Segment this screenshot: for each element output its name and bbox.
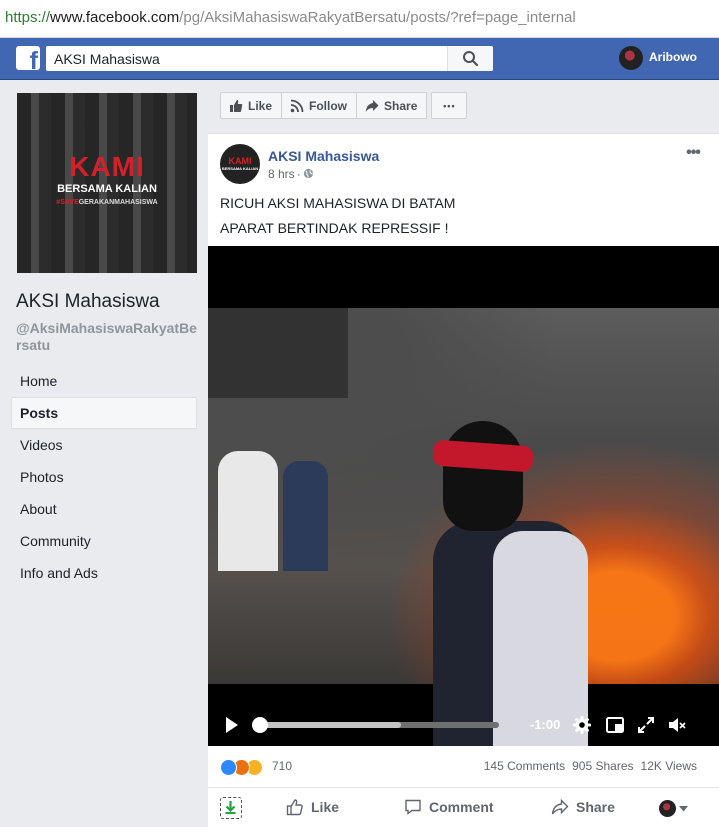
cover-subtitle: BERSAMA KALIAN <box>57 183 157 195</box>
url-protocol: https:// <box>5 9 51 26</box>
post-stats: 710 145 Comments 905 Shares 12K Views <box>208 746 719 788</box>
video-player[interactable]: -1:00 <box>208 246 719 746</box>
nav-item-videos[interactable]: Videos <box>11 429 197 461</box>
post-like-button[interactable]: Like <box>286 798 339 816</box>
url-path: /pg/AksiMahasiswaRakyatBersatu/posts/?re… <box>179 9 576 26</box>
post-comment-label: Comment <box>429 799 494 815</box>
like-reaction-icon <box>220 759 237 776</box>
globe-icon <box>303 168 313 179</box>
nav-item-posts[interactable]: Posts <box>11 397 197 429</box>
post-avatar-title: KAMI <box>228 156 252 166</box>
nav-item-photos[interactable]: Photos <box>11 461 197 493</box>
url-text[interactable]: https://www.facebook.com/pg/AksiMahasisw… <box>5 9 576 26</box>
post-action-bar: Like Comment Share <box>208 788 719 827</box>
page-like-label: Like <box>248 98 273 113</box>
page-title[interactable]: AKSI Mahasiswa <box>16 291 160 313</box>
video-controls: -1:00 <box>208 711 719 746</box>
video-buffered-fill <box>254 722 401 728</box>
fullscreen-icon[interactable] <box>636 715 656 735</box>
share-arrow-icon <box>365 99 379 112</box>
video-time-remaining: -1:00 <box>530 717 561 732</box>
video-background-building <box>208 308 348 398</box>
share-outline-icon <box>551 798 569 815</box>
post-avatar-subtitle: BERSAMA KALIAN <box>221 166 259 171</box>
comment-bubble-icon <box>405 799 421 815</box>
thumbs-up-icon <box>230 99 243 112</box>
post-time-text: 8 hrs <box>268 167 295 181</box>
post-as-avatar <box>659 800 676 817</box>
rss-follow-icon <box>290 99 304 112</box>
page-handle[interactable]: @AksiMahasiswaRakyatBersatu <box>16 320 199 354</box>
video-bystander <box>218 451 278 571</box>
post-like-label: Like <box>311 799 340 815</box>
person-head <box>443 421 523 531</box>
play-icon[interactable] <box>224 715 240 735</box>
nav-item-community[interactable]: Community <box>11 525 197 557</box>
cover-hashtag-highlight: #SAVE <box>56 199 79 206</box>
post-card: KAMI BERSAMA KALIAN AKSI Mahasiswa 8 hrs… <box>208 133 719 827</box>
post-engagement: 145 Comments 905 Shares 12K Views <box>477 759 697 773</box>
settings-gear-icon[interactable] <box>572 715 592 735</box>
download-arrow-icon <box>225 801 236 814</box>
views-count[interactable]: 12K Views <box>641 759 697 773</box>
browser-url-bar[interactable]: https://www.facebook.com/pg/AksiMahasisw… <box>0 0 719 38</box>
volume-muted-icon[interactable] <box>667 715 687 735</box>
facebook-top-bar: f Aribowo <box>0 38 719 80</box>
post-share-button[interactable]: Share <box>551 798 615 816</box>
page-share-button[interactable]: Share <box>356 92 428 119</box>
cover-hashtag: #SAVEGERAKANMAHASISWA <box>17 199 197 206</box>
page-like-button[interactable]: Like <box>220 92 283 119</box>
page-follow-button[interactable]: Follow <box>281 92 358 119</box>
reaction-icons[interactable] <box>220 759 270 777</box>
page-follow-label: Follow <box>309 98 348 113</box>
facebook-logo-icon[interactable]: f <box>16 46 40 70</box>
cover-title: KAMI <box>69 151 145 182</box>
page-profile-picture[interactable]: KAMI BERSAMA KALIAN #SAVEGERAKANMAHASISW… <box>17 93 197 273</box>
url-host: www.facebook.com <box>50 9 180 26</box>
download-icon[interactable] <box>220 797 242 819</box>
video-progress-bar[interactable] <box>252 717 499 733</box>
page-sidebar: KAMI BERSAMA KALIAN #SAVEGERAKANMAHASISW… <box>0 80 207 827</box>
post-timestamp[interactable]: 8 hrs · <box>268 167 314 181</box>
post-text-line-1: RICUH AKSI MAHASISWA DI BATAM <box>220 195 456 211</box>
page-share-label: Share <box>384 98 418 113</box>
nav-item-home[interactable]: Home <box>11 365 197 397</box>
more-dots-icon: ••• <box>443 100 456 111</box>
page-action-bar: Like Follow Share ••• <box>220 92 468 119</box>
post-text-line-2: APARAT BERTINDAK REPRESSIF ! <box>220 220 449 236</box>
search-input[interactable] <box>46 46 446 71</box>
nav-item-info-and-ads[interactable]: Info and Ads <box>11 557 197 589</box>
user-name: Aribowo <box>649 50 697 64</box>
post-author-name[interactable]: AKSI Mahasiswa <box>268 148 379 164</box>
comments-count[interactable]: 145 Comments <box>484 759 565 773</box>
video-scrub-handle[interactable] <box>252 717 268 733</box>
post-author-avatar[interactable]: KAMI BERSAMA KALIAN <box>220 144 260 184</box>
post-as-selector[interactable] <box>659 800 689 818</box>
post-comment-button[interactable]: Comment <box>404 798 494 816</box>
search-box <box>46 46 493 71</box>
video-masked-person <box>432 421 593 746</box>
search-icon <box>463 51 479 67</box>
post-options-button[interactable]: ••• <box>682 144 704 162</box>
picture-in-picture-icon[interactable] <box>605 715 625 735</box>
page-nav: Home Posts Videos Photos About Community… <box>11 365 197 589</box>
post-share-label: Share <box>576 799 615 815</box>
page-more-button[interactable]: ••• <box>431 92 468 119</box>
user-avatar <box>619 46 643 70</box>
reactions-count[interactable]: 710 <box>272 759 292 773</box>
thumbs-up-outline-icon <box>286 799 303 816</box>
chevron-down-icon <box>679 806 688 812</box>
search-button[interactable] <box>447 46 493 71</box>
shares-count[interactable]: 905 Shares <box>572 759 633 773</box>
video-bystander <box>283 461 328 571</box>
nav-item-about[interactable]: About <box>11 493 197 525</box>
cover-hashtag-rest: GERAKANMAHASISWA <box>78 199 158 206</box>
